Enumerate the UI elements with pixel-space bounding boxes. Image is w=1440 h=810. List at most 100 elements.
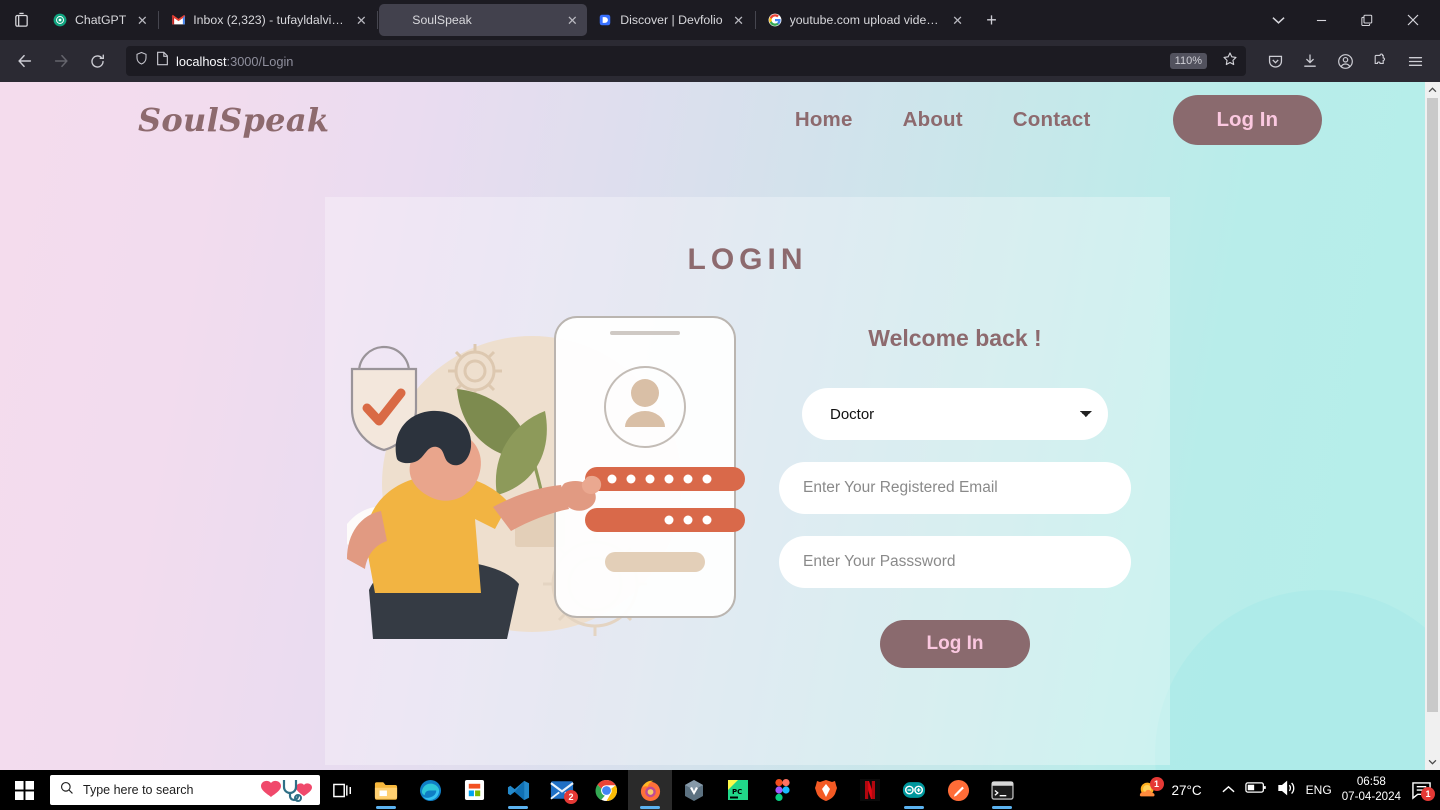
password-field[interactable] bbox=[779, 536, 1131, 588]
nav-link-home[interactable]: Home bbox=[795, 108, 853, 132]
url-path: :3000/Login bbox=[226, 53, 294, 69]
browser-tab-devfolio[interactable]: Discover | Devfolio ✕ bbox=[587, 4, 753, 36]
clock-date: 07-04-2024 bbox=[1341, 790, 1401, 803]
taskbar-search-box[interactable]: Type here to search bbox=[50, 775, 320, 805]
notification-count-badge: 1 bbox=[1421, 786, 1435, 801]
taskbar-app-arduino[interactable] bbox=[892, 770, 936, 810]
new-tab-button[interactable]: + bbox=[977, 5, 1007, 35]
clock-time: 06:58 bbox=[1356, 775, 1386, 789]
start-button[interactable] bbox=[0, 770, 48, 810]
close-window-button[interactable] bbox=[1390, 1, 1436, 39]
close-icon[interactable]: ✕ bbox=[949, 11, 967, 29]
pocket-icon[interactable] bbox=[1258, 45, 1292, 77]
browser-tab-soulspeak[interactable]: SoulSpeak ✕ bbox=[379, 4, 588, 36]
taskbar-app-brave-browser[interactable] bbox=[804, 770, 848, 810]
nav-link-contact[interactable]: Contact bbox=[1013, 108, 1091, 132]
taskbar-app-microsoft-store[interactable] bbox=[452, 770, 496, 810]
task-view-icon[interactable] bbox=[320, 770, 364, 810]
hamburger-menu-icon[interactable] bbox=[1398, 45, 1432, 77]
language-indicator[interactable]: ENG bbox=[1306, 783, 1332, 797]
download-icon[interactable] bbox=[1293, 45, 1327, 77]
header-login-button[interactable]: Log In bbox=[1172, 95, 1322, 145]
star-icon[interactable] bbox=[1222, 51, 1238, 72]
url-host: localhost bbox=[176, 53, 227, 69]
navigation-toolbar: localhost:3000/Login 110% bbox=[0, 40, 1440, 82]
close-icon[interactable]: ✕ bbox=[352, 11, 370, 29]
scrollbar-thumb[interactable] bbox=[1427, 98, 1438, 712]
weather-sun-cloud-icon[interactable]: 1 bbox=[1136, 777, 1164, 801]
tab-title: SoulSpeak bbox=[412, 13, 472, 27]
window-controls bbox=[1258, 1, 1436, 39]
taskbar-app-netflix[interactable] bbox=[848, 770, 892, 810]
account-circle-icon[interactable] bbox=[1328, 45, 1362, 77]
site-logo[interactable]: SoulSpeak bbox=[138, 101, 329, 139]
page-scrollbar[interactable] bbox=[1425, 82, 1440, 770]
tab-strip: ChatGPT ✕ Inbox (2,323) - tufayldalvi007… bbox=[0, 0, 1440, 40]
tab-title: Discover | Devfolio bbox=[620, 13, 723, 27]
scroll-down-arrow-icon[interactable] bbox=[1425, 754, 1440, 770]
page-document-icon bbox=[156, 51, 169, 71]
forward-icon[interactable] bbox=[44, 45, 78, 77]
taskbar-app-microsoft-edge[interactable] bbox=[408, 770, 452, 810]
taskbar-app-mail[interactable]: 2 bbox=[540, 770, 584, 810]
chatgpt-icon bbox=[52, 12, 68, 28]
temperature-label: 27°C bbox=[1171, 782, 1202, 798]
weather-badge: 1 bbox=[1149, 777, 1164, 791]
address-bar[interactable]: localhost:3000/Login 110% bbox=[126, 46, 1246, 76]
browser-tab-youtube-search[interactable]: youtube.com upload videos - G ✕ bbox=[757, 4, 973, 36]
tab-title: ChatGPT bbox=[75, 13, 127, 27]
notification-icon[interactable]: 1 bbox=[1411, 781, 1435, 801]
close-icon[interactable]: ✕ bbox=[133, 11, 151, 29]
battery-icon[interactable] bbox=[1244, 781, 1267, 799]
browser-tab-gmail[interactable]: Inbox (2,323) - tufayldalvi007@ ✕ bbox=[160, 4, 376, 36]
system-tray: 1 27°C ENG 06:58 07-04-2024 1 bbox=[1136, 775, 1440, 805]
firefox-sidebar-icon[interactable] bbox=[4, 5, 38, 35]
scroll-up-arrow-icon[interactable] bbox=[1425, 82, 1440, 98]
taskbar-app-figma[interactable] bbox=[760, 770, 804, 810]
login-card-body: Welcome back ! Doctor Patient Admin Log … bbox=[325, 309, 1170, 668]
reload-icon[interactable] bbox=[80, 45, 114, 77]
clock[interactable]: 06:58 07-04-2024 bbox=[1342, 775, 1401, 805]
browser-tab-chatgpt[interactable]: ChatGPT ✕ bbox=[42, 4, 157, 36]
google-icon bbox=[767, 12, 783, 28]
taskbar-app-firefox[interactable] bbox=[628, 770, 672, 810]
back-icon[interactable] bbox=[8, 45, 42, 77]
zoom-level-badge[interactable]: 110% bbox=[1169, 53, 1207, 69]
taskbar-app-virtualbox[interactable] bbox=[672, 770, 716, 810]
decorative-arc bbox=[1155, 590, 1425, 770]
taskbar-app-pycharm[interactable]: PC bbox=[716, 770, 760, 810]
mail-badge: 2 bbox=[564, 790, 578, 804]
extensions-icon[interactable] bbox=[1363, 45, 1397, 77]
page-viewport: SoulSpeak Home About Contact Log In LOGI… bbox=[0, 82, 1440, 770]
tab-divider bbox=[377, 11, 379, 29]
show-hidden-icons-chevron-icon[interactable] bbox=[1222, 781, 1235, 799]
main-navigation: Home About Contact Log In bbox=[795, 95, 1322, 145]
list-all-tabs-icon[interactable] bbox=[1258, 3, 1298, 37]
login-submit-button[interactable]: Log In bbox=[880, 620, 1030, 668]
maximize-restore-button[interactable] bbox=[1344, 1, 1390, 39]
tab-divider bbox=[158, 11, 160, 29]
tab-title: youtube.com upload videos - G bbox=[789, 13, 942, 27]
welcome-heading: Welcome back ! bbox=[868, 325, 1042, 351]
taskbar-app-postman[interactable] bbox=[936, 770, 980, 810]
url-text: localhost:3000/Login bbox=[176, 54, 293, 69]
nav-link-about[interactable]: About bbox=[903, 108, 963, 132]
tracking-protection-shield-icon[interactable] bbox=[134, 51, 149, 71]
taskbar-app-file-explorer[interactable] bbox=[364, 770, 408, 810]
taskbar-app-google-chrome[interactable] bbox=[584, 770, 628, 810]
close-icon[interactable]: ✕ bbox=[563, 11, 581, 29]
email-field[interactable] bbox=[779, 462, 1131, 514]
soulspeak-login-page: SoulSpeak Home About Contact Log In LOGI… bbox=[0, 82, 1425, 770]
taskbar-app-visual-studio-code[interactable] bbox=[496, 770, 540, 810]
login-card: LOGIN Welcome back ! Doctor Enter Your R… bbox=[325, 197, 1170, 765]
svg-text:PC: PC bbox=[732, 788, 742, 796]
speaker-icon[interactable] bbox=[1277, 780, 1296, 801]
role-select[interactable]: Doctor Patient Admin bbox=[802, 388, 1108, 440]
secure-login-illustration bbox=[337, 309, 747, 668]
search-placeholder: Type here to search bbox=[83, 783, 194, 797]
close-icon[interactable]: ✕ bbox=[730, 11, 748, 29]
magnifier-icon bbox=[60, 781, 74, 800]
taskbar-app-terminal[interactable] bbox=[980, 770, 1024, 810]
windows-taskbar: Type here to search 2 PC 1 27°C ENG 06:5… bbox=[0, 770, 1440, 810]
minimize-button[interactable] bbox=[1298, 1, 1344, 39]
